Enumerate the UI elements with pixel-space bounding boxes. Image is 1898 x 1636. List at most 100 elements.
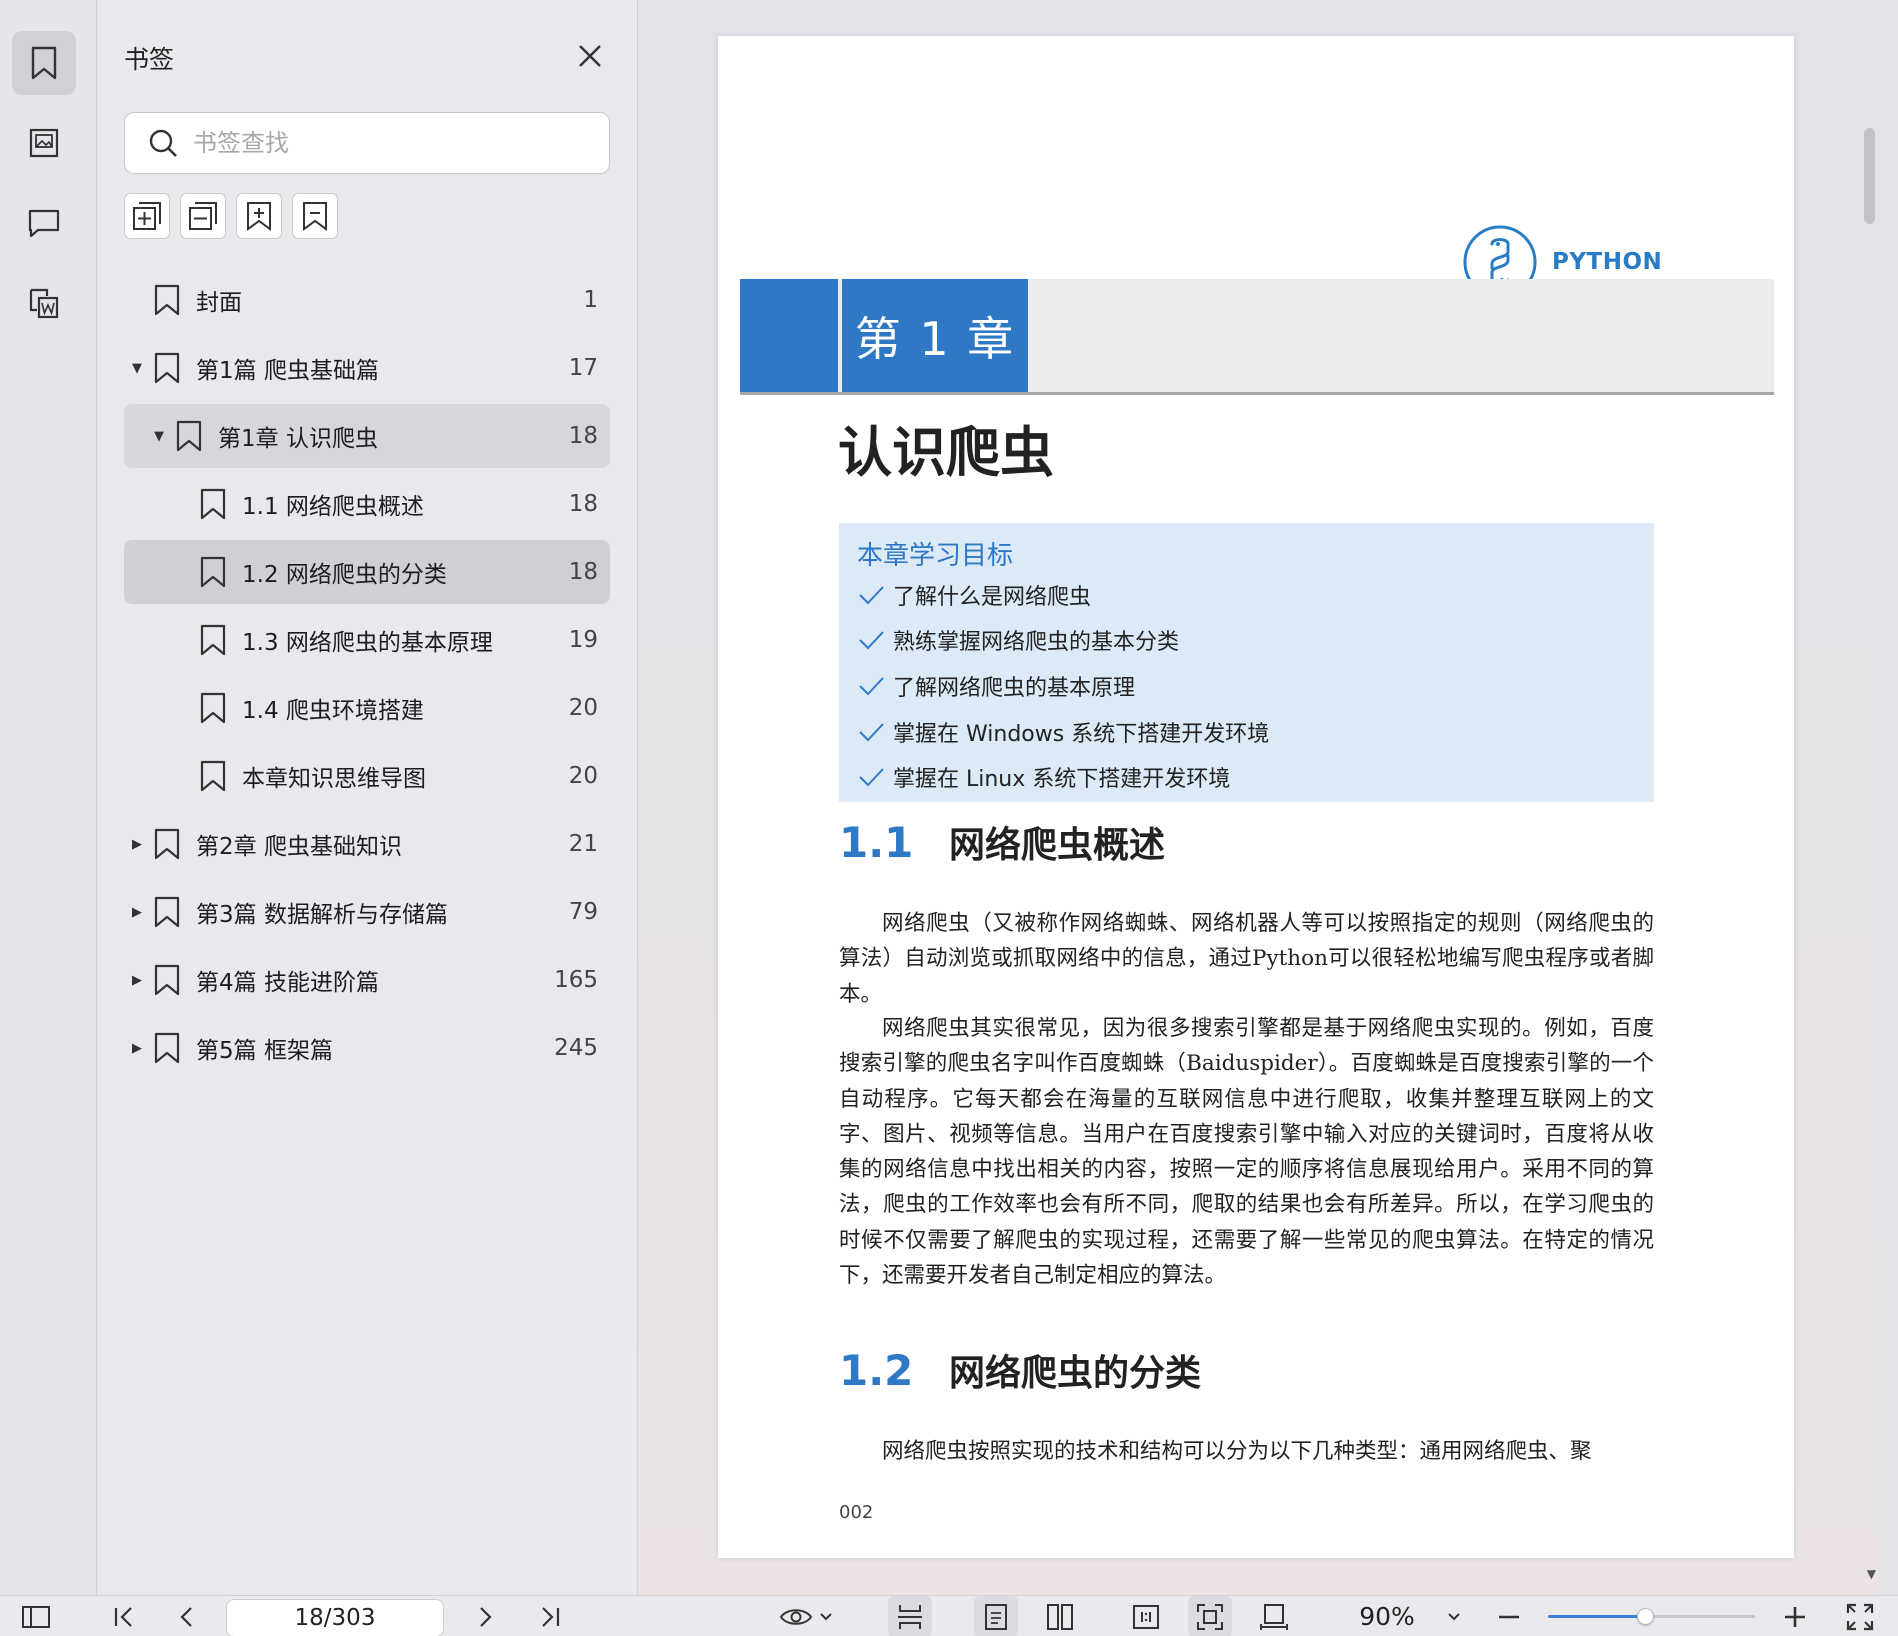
expand-arrow-icon[interactable]: ▶ [130,973,144,988]
next-page-button[interactable] [472,1596,500,1636]
bookmark-item[interactable]: ▶ 第3篇 数据解析与存储篇 79 [124,880,610,944]
toggle-sidebar-button[interactable] [18,1596,54,1636]
bookmark-item[interactable]: ▼ 第1章 认识爬虫 18 [124,404,610,468]
collapse-all-button[interactable] [180,193,226,239]
bookmark-icon [31,46,57,80]
bookmark-item[interactable]: 1.1 网络爬虫概述 18 [124,472,610,536]
view-mode-dropdown[interactable] [776,1596,836,1636]
expand-arrow-icon[interactable]: ▼ [130,361,144,376]
two-page-button[interactable] [1040,1596,1080,1636]
fit-page-icon [1197,1603,1223,1630]
goals-title: 本章学习目标 [857,541,1014,571]
zoom-slider-handle[interactable] [1637,1608,1655,1625]
bookmark-item[interactable]: 1.3 网络爬虫的基本原理 19 [124,608,610,672]
comments-panel-button[interactable] [12,191,76,255]
close-panel-button[interactable] [574,40,606,72]
check-icon [859,586,884,605]
bookmark-item[interactable]: ▼ 第1篇 爬虫基础篇 17 [124,336,610,400]
bookmark-item[interactable]: ▶ 第4篇 技能进阶篇 165 [124,948,610,1012]
scrollbar-thumb[interactable] [1864,128,1875,224]
bookmark-panel: 书签 封面 1 ▼ 第1篇 爬虫基础篇 [98,0,638,1595]
last-page-button[interactable] [534,1596,566,1636]
continuous-scroll-button[interactable] [888,1596,932,1636]
previous-page-button[interactable] [172,1596,200,1636]
eye-icon [779,1608,813,1625]
chapter-title: 认识爬虫 [838,421,1054,484]
section-title: 网络爬虫的分类 [949,1353,1202,1394]
thumbnail-panel-button[interactable] [12,111,76,175]
bookmark-label: 1.1 网络爬虫概述 [242,494,424,520]
chapter-banner-block [740,279,838,392]
chapter-banner: 第 1 章 [740,279,1774,395]
check-icon [859,677,884,696]
remove-bookmark-button[interactable] [292,193,338,239]
close-icon [579,45,601,67]
fit-width-button[interactable] [1254,1596,1294,1636]
bookmark-page: 20 [568,695,598,721]
first-page-icon [114,1606,132,1627]
check-icon [859,723,884,742]
bookmark-label: 本章知识思维导图 [242,766,426,792]
expand-arrow-icon[interactable]: ▼ [152,429,166,444]
bookmark-page: 19 [568,627,598,653]
section-heading: 1.2 网络爬虫的分类 [839,1344,1201,1396]
single-page-button[interactable] [974,1596,1018,1636]
zoom-level[interactable]: 90% [1352,1596,1422,1636]
expand-arrow-icon[interactable]: ▶ [130,1041,144,1056]
add-bookmark-button[interactable] [236,193,282,239]
bookmark-label: 第1篇 爬虫基础篇 [196,358,379,384]
bookmark-icon [154,896,180,928]
remove-bookmark-icon [303,202,327,231]
bookmark-label: 第5篇 框架篇 [196,1038,333,1064]
actual-size-icon [1133,1604,1159,1629]
bookmark-icon [200,556,226,588]
zoom-in-button[interactable] [1780,1596,1810,1636]
bookmark-icon [200,488,226,520]
bookmark-icon [154,1032,180,1064]
bookmark-icon [200,624,226,656]
vertical-scrollbar[interactable]: ▼ [1860,0,1879,1595]
section-number: 1.2 [839,1346,914,1395]
first-page-button[interactable] [108,1596,140,1636]
fullscreen-button[interactable] [1842,1596,1878,1636]
goal-item: 熟练掌握网络爬虫的基本分类 [857,624,1179,656]
bookmark-icon [154,964,180,996]
bookmark-item-selected[interactable]: 1.2 网络爬虫的分类 18 [124,540,610,604]
expand-arrow-icon[interactable]: ▶ [130,837,144,852]
expand-all-button[interactable] [124,193,170,239]
bookmark-item[interactable]: ▶ 第2章 爬虫基础知识 21 [124,812,610,876]
page-number: 002 [839,1502,874,1523]
sidebar-toggle-icon [22,1605,50,1628]
chevron-left-icon [180,1606,192,1627]
bookmark-icon [154,828,180,860]
two-page-icon [1047,1603,1073,1630]
fit-page-button[interactable] [1188,1596,1232,1636]
zoom-slider[interactable] [1548,1608,1755,1625]
fullscreen-icon [1846,1603,1874,1630]
bookmark-page: 165 [554,967,598,993]
bookmark-item[interactable]: 本章知识思维导图 20 [124,744,610,808]
expand-arrow-icon[interactable]: ▶ [130,905,144,920]
scroll-down-arrow-icon[interactable]: ▼ [1867,1567,1876,1581]
chevron-right-icon [480,1606,492,1627]
bookmark-search[interactable] [124,112,610,174]
bookmark-item[interactable]: ▶ 第5篇 框架篇 245 [124,1016,610,1080]
attachments-panel-button[interactable] [12,271,76,335]
page-number-input[interactable]: 18/303 [226,1599,444,1636]
bookmark-toolbar [124,193,338,239]
bookmark-label: 封面 [196,290,242,316]
bookmark-page: 1 [583,287,598,313]
zoom-out-button[interactable] [1494,1596,1524,1636]
section-number: 1.1 [839,818,914,867]
bookmark-label: 1.4 爬虫环境搭建 [242,698,424,724]
bookmark-search-input[interactable] [193,129,573,157]
bookmark-label: 1.2 网络爬虫的分类 [242,562,447,588]
bookmark-item[interactable]: 封面 1 [124,268,610,332]
bookmark-page: 18 [568,491,598,517]
bookmark-panel-button[interactable] [12,31,76,95]
bookmark-item[interactable]: 1.4 爬虫环境搭建 20 [124,676,610,740]
chevron-down-icon [820,1612,832,1620]
chevron-down-icon [1448,1612,1460,1620]
zoom-dropdown-button[interactable] [1442,1596,1466,1636]
actual-size-button[interactable] [1126,1596,1166,1636]
